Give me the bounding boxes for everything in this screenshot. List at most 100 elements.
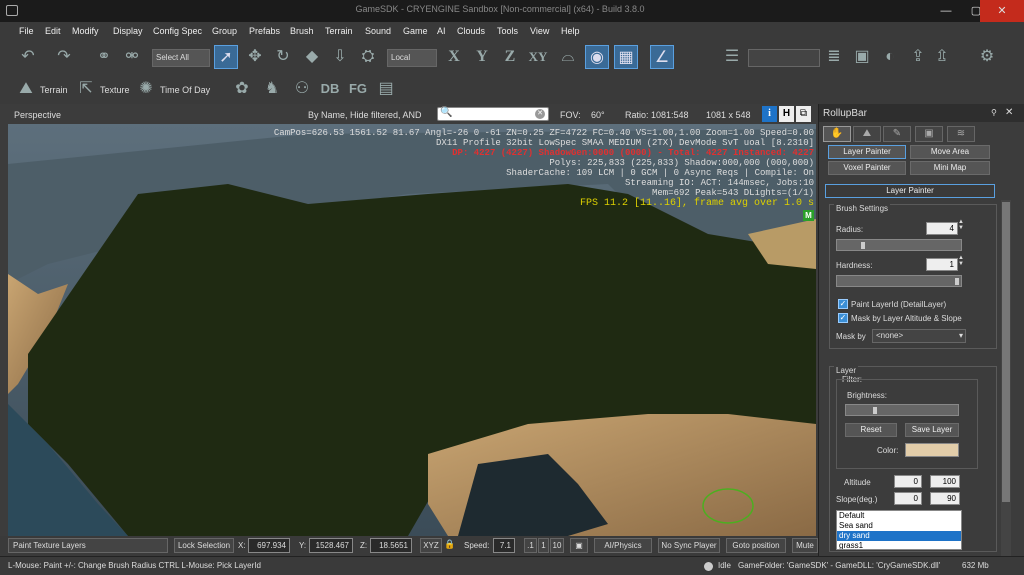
viewport-name[interactable]: Perspective: [14, 110, 61, 120]
hardness-input[interactable]: 1: [926, 258, 958, 271]
layer-dropdown[interactable]: [748, 49, 820, 67]
texture-icon[interactable]: ⇱: [74, 77, 98, 101]
radius-slider-thumb[interactable]: [861, 242, 865, 249]
y-coordinate-field[interactable]: 1528.467: [309, 538, 353, 553]
menu-group[interactable]: Group: [212, 26, 237, 36]
menu-config-spec[interactable]: Config Spec: [153, 26, 202, 36]
redo-icon[interactable]: ↷: [52, 45, 76, 69]
brightness-slider[interactable]: [845, 404, 959, 416]
properties-icon[interactable]: ≣: [822, 45, 846, 69]
lock-selection-button[interactable]: Lock Selection: [174, 538, 234, 553]
hardness-slider[interactable]: [836, 275, 962, 287]
particle-icon[interactable]: ✿: [230, 77, 254, 101]
axis-y-button[interactable]: Y: [470, 45, 494, 69]
menu-prefabs[interactable]: Prefabs: [249, 26, 280, 36]
altitude-max-input[interactable]: 100: [930, 475, 960, 488]
move-icon[interactable]: ✥: [243, 45, 267, 69]
sun-icon[interactable]: ✺: [134, 77, 158, 101]
speed-01-button[interactable]: .1: [524, 538, 537, 553]
save-layer-button[interactable]: Save Layer: [905, 423, 959, 437]
layers-tab-icon[interactable]: ≋: [947, 126, 975, 142]
radius-slider[interactable]: [836, 239, 962, 251]
layer-list-item[interactable]: grass1: [837, 541, 961, 549]
terrain-follow-icon[interactable]: ▣: [570, 538, 588, 553]
mask-by-dropdown[interactable]: <none> ▾: [872, 329, 966, 343]
layer-list-icon[interactable]: ☰: [720, 45, 744, 69]
database-button[interactable]: DB: [318, 77, 342, 101]
terrain-snap-icon[interactable]: ⌓: [556, 45, 580, 69]
terrain-tab-icon[interactable]: ⛰: [853, 126, 881, 142]
speed-10-button[interactable]: 10: [550, 538, 564, 553]
helpers-button[interactable]: H: [779, 106, 794, 122]
resolution-value[interactable]: 1081 x 548: [706, 110, 751, 120]
camera-icon[interactable]: ▣: [850, 45, 874, 69]
minimize-icon[interactable]: —: [931, 0, 961, 22]
menu-file[interactable]: File: [19, 26, 34, 36]
menu-terrain[interactable]: Terrain: [325, 26, 353, 36]
hardness-spin-icon[interactable]: ▲ ▼: [958, 255, 964, 267]
texture-label[interactable]: Texture: [100, 85, 130, 95]
import-icon[interactable]: ⇪: [906, 45, 930, 69]
brightness-slider-thumb[interactable]: [873, 407, 877, 414]
game-mode-icon[interactable]: ⚙: [975, 45, 999, 69]
modeling-tab-icon[interactable]: ✎: [883, 126, 911, 142]
menu-game[interactable]: Game: [403, 26, 428, 36]
scale-icon[interactable]: ◆: [300, 45, 324, 69]
z-coordinate-field[interactable]: 18.5651: [370, 538, 412, 553]
rollup-scrollbar[interactable]: [1001, 200, 1011, 556]
menu-sound[interactable]: Sound: [365, 26, 391, 36]
menu-help[interactable]: Help: [561, 26, 580, 36]
move-area-tab[interactable]: Move Area: [910, 145, 990, 159]
radius-spin-icon[interactable]: ▲ ▼: [958, 219, 964, 231]
menu-tools[interactable]: Tools: [497, 26, 518, 36]
layer-list[interactable]: Default Sea sand dry sand grass1: [836, 510, 962, 550]
eye-icon[interactable]: ◉: [585, 45, 609, 69]
close-icon[interactable]: ✕: [980, 0, 1024, 22]
objects-tab-icon[interactable]: ✋: [823, 126, 851, 142]
viewport-3d[interactable]: CamPos=626.53 1561.52 81.67 Angl=-26 0 -…: [8, 124, 816, 536]
viewport-search-input[interactable]: 🔍 ✕: [437, 107, 549, 121]
menu-ai[interactable]: AI: [437, 26, 446, 36]
undo-icon[interactable]: ↶: [16, 45, 40, 69]
voxel-painter-tab[interactable]: Voxel Painter: [828, 161, 906, 175]
rotate-icon[interactable]: ↻: [271, 45, 295, 69]
snap-object-icon[interactable]: ⛭: [356, 45, 380, 69]
coord-system-dropdown[interactable]: Local: [387, 49, 437, 67]
pin-icon[interactable]: ⚲: [991, 108, 997, 117]
speed-1-button[interactable]: 1: [538, 538, 549, 553]
export-icon[interactable]: ⇫: [930, 45, 954, 69]
no-sync-player-button[interactable]: No Sync Player: [658, 538, 720, 553]
material-icon[interactable]: ◐: [878, 45, 902, 69]
axis-xy-button[interactable]: XY: [526, 45, 550, 69]
mute-button[interactable]: Mute: [792, 538, 818, 553]
layer-painter-tab[interactable]: Layer Painter: [828, 145, 906, 159]
altitude-min-input[interactable]: 0: [894, 475, 922, 488]
speed-field[interactable]: 7.1: [493, 538, 515, 553]
layer-list-item-selected[interactable]: dry sand: [837, 531, 961, 541]
maximize-viewport-icon[interactable]: ⧉: [796, 106, 811, 122]
timeofday-label[interactable]: Time Of Day: [160, 85, 210, 95]
clear-search-icon[interactable]: ✕: [535, 109, 545, 119]
info-button[interactable]: i: [762, 106, 777, 122]
link-icon[interactable]: ⚭: [92, 45, 116, 69]
radius-input[interactable]: 4: [926, 222, 958, 235]
goto-position-button[interactable]: Goto position: [726, 538, 786, 553]
unlink-icon[interactable]: ⚮: [120, 45, 144, 69]
select-filter-dropdown[interactable]: Select All: [152, 49, 210, 67]
axis-z-button[interactable]: Z: [498, 45, 522, 69]
slope-max-input[interactable]: 90: [930, 492, 960, 505]
reset-button[interactable]: Reset: [845, 423, 897, 437]
display-tab-icon[interactable]: ▣: [915, 126, 943, 142]
rollup-scrollbar-thumb[interactable]: [1002, 202, 1010, 502]
mask-altitude-checkbox[interactable]: ✓: [838, 313, 848, 323]
layer-list-item[interactable]: Default: [837, 511, 961, 521]
flowgraph-button[interactable]: FG: [346, 77, 370, 101]
slope-min-input[interactable]: 0: [894, 492, 922, 505]
menu-edit[interactable]: Edit: [45, 26, 61, 36]
place-icon[interactable]: ⇩: [328, 45, 352, 69]
grid-icon[interactable]: ▦: [614, 45, 638, 69]
xyz-button[interactable]: XYZ: [420, 538, 442, 553]
angle-snap-icon[interactable]: ∠: [650, 45, 674, 69]
lock-icon[interactable]: 🔒: [444, 539, 455, 550]
ai-physics-button[interactable]: AI/Physics: [594, 538, 652, 553]
